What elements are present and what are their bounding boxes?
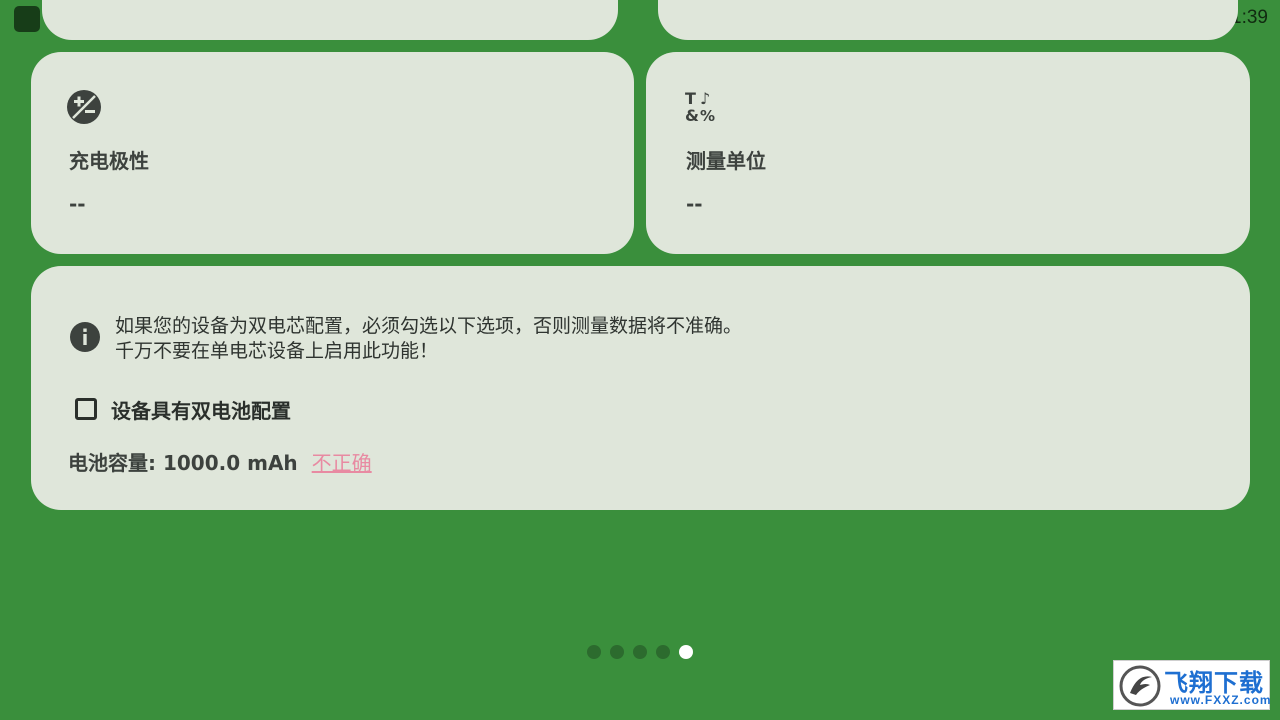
incorrect-capacity-link[interactable]: 不正确	[312, 447, 372, 476]
app-icon	[14, 6, 40, 32]
previous-card-left	[42, 0, 618, 40]
page-dot[interactable]	[587, 645, 601, 659]
charging-polarity-value: --	[69, 192, 86, 216]
dual-battery-checkbox-label[interactable]: 设备具有双电池配置	[111, 395, 291, 424]
page-indicator	[587, 645, 693, 659]
symbols-icon: T ♪ & %	[685, 89, 715, 125]
measurement-unit-card[interactable]: T ♪ & % 测量单位 --	[646, 52, 1250, 254]
svg-text:&: &	[685, 106, 699, 125]
measurement-unit-title: 测量单位	[686, 149, 766, 173]
info-icon	[70, 322, 100, 352]
page-dot[interactable]	[633, 645, 647, 659]
charging-polarity-title: 充电极性	[69, 149, 149, 173]
plus-minus-icon	[67, 90, 101, 124]
warning-line-1: 如果您的设备为双电芯配置，必须勾选以下选项，否则测量数据将不准确。	[115, 315, 743, 337]
dual-battery-checkbox-row[interactable]: 设备具有双电池配置	[75, 394, 291, 424]
watermark-logo-icon	[1119, 665, 1161, 707]
page-dot-active[interactable]	[679, 645, 693, 659]
watermark-brand-en: www.FXXZ.com	[1170, 693, 1272, 707]
svg-text:♪: ♪	[700, 89, 710, 108]
measurement-unit-value: --	[686, 192, 703, 216]
watermark: 飞翔下载 www.FXXZ.com	[1113, 660, 1272, 710]
svg-text:%: %	[700, 107, 715, 125]
battery-capacity-label: 电池容量: 1000.0 mAh	[68, 451, 298, 475]
page-dot[interactable]	[610, 645, 624, 659]
warning-line-2: 千万不要在单电芯设备上启用此功能！	[115, 340, 439, 362]
dual-battery-warning: 如果您的设备为双电芯配置，必须勾选以下选项，否则测量数据将不准确。 千万不要在单…	[115, 314, 1215, 364]
battery-capacity-row: 电池容量: 1000.0 mAh 不正确	[68, 447, 372, 476]
page-dot[interactable]	[656, 645, 670, 659]
dual-battery-checkbox[interactable]	[75, 398, 97, 420]
charging-polarity-card[interactable]: 充电极性 --	[31, 52, 634, 254]
previous-card-right	[658, 0, 1238, 40]
dual-battery-card: 如果您的设备为双电芯配置，必须勾选以下选项，否则测量数据将不准确。 千万不要在单…	[31, 266, 1250, 510]
